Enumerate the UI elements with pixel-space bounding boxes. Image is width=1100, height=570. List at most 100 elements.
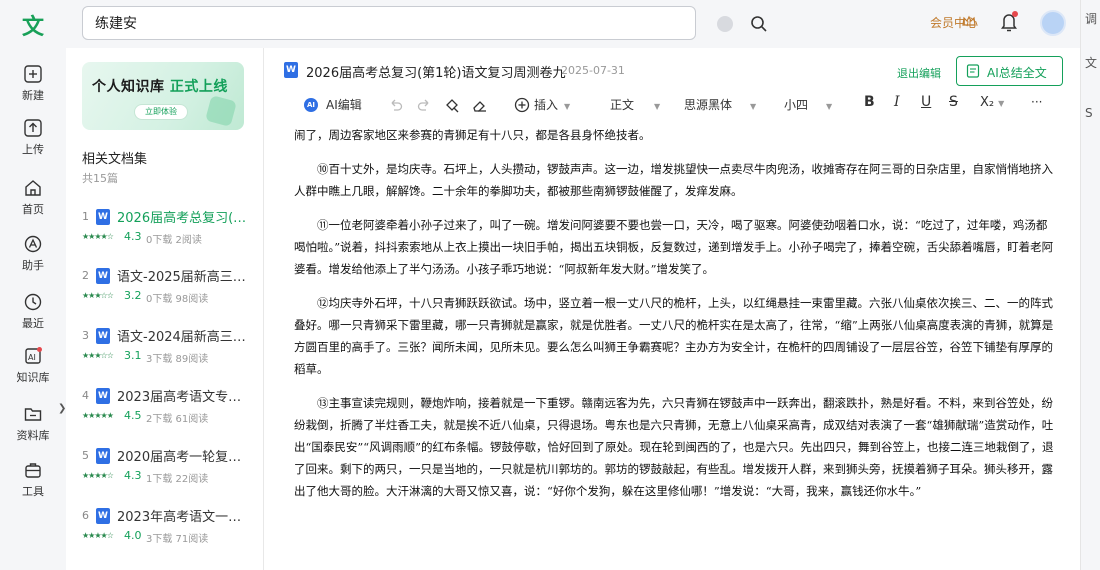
try-now-button[interactable]: 立即体验 [134,104,188,120]
doc-title[interactable]: 语文-2024届新高三… [117,326,247,345]
paragraph: ⑬主事宣读完规则，鞭炮炸响，接着就是一下重锣。赣南远客为先，六只青狮在锣鼓声中一… [294,396,1054,498]
doc-title[interactable]: 2020届高考一轮复… [117,446,247,465]
nav-knowledge[interactable]: AI 知识库 [0,346,66,396]
doc-title[interactable]: 语文-2025届新高三… [117,266,247,285]
nav-label: 首页 [22,203,44,216]
doc-rating: 3.1 [124,349,142,362]
ai-summary-icon [966,64,980,78]
banner-title-main: 个人知识库 [92,79,165,95]
ai-edit-icon: AI [304,98,318,112]
knowledge-base-banner[interactable]: 个人知识库 正式上线 立即体验 [82,62,244,130]
font-family-select[interactable]: 思源黑体 ▼ [684,96,756,113]
paragraph-style-select[interactable]: 正文 ▼ [610,96,660,113]
subscript-label: X₂ [980,95,995,110]
list-item[interactable]: 2 W 语文-2025届新高三… ★★★☆☆ 3.2 0下载 98阅读 [66,261,264,317]
left-nav: 新建 上传 首页 助手 最近 AI 知识库 ❯ 资料库 工具 [0,48,66,570]
doc-rating: 4.0 [124,529,142,542]
notification-badge [1012,11,1018,17]
avatar[interactable] [1040,10,1066,36]
nav-new[interactable]: 新建 [0,64,66,114]
right-strip-label[interactable]: 文 [1085,54,1097,71]
nav-label: 资料库 [16,429,50,442]
nav-upload[interactable]: 上传 [0,118,66,168]
word-doc-icon: W [96,268,110,284]
font-size-select[interactable]: 小四 ▼ [784,96,832,113]
folder-icon [24,408,42,421]
redo-icon[interactable] [416,97,432,113]
app-window: 文 会员中心 新建 上传 首页 助手 最近 [0,0,1100,570]
nav-tools[interactable]: 工具 [0,460,66,510]
ai-summary-label: AI总结全文 [987,66,1047,80]
insert-plus-icon [514,97,530,113]
doc-stats: 1下载 22阅读 [146,474,209,485]
nav-library[interactable]: 资料库 [0,404,66,454]
strikethrough-button[interactable]: S [949,94,958,110]
star-rating-icon: ★★★☆☆ [82,291,114,300]
word-doc-icon: W [96,388,110,404]
app-logo[interactable]: 文 [18,10,48,40]
search-box[interactable] [82,6,767,40]
exit-edit-button[interactable]: 退出编辑 [897,65,941,81]
list-item[interactable]: 6 W 2023年高考语文一… ★★★★☆ 4.0 3下载 71阅读 [66,501,264,557]
font-family-label: 思源黑体 [684,98,733,112]
banner-title: 个人知识库 正式上线 [92,76,228,96]
chevron-down-icon: ▼ [564,102,571,111]
doc-title[interactable]: 2023年高考语文一… [117,506,247,525]
banner-decoration [205,95,237,127]
svg-text:AI: AI [28,353,36,362]
doc-stats: 3下载 71阅读 [146,534,209,545]
bold-button[interactable]: B [864,94,875,110]
ai-edit-button[interactable]: AI编辑 [326,96,362,113]
italic-button[interactable]: I [894,94,900,110]
star-rating-icon: ★★★☆☆ [82,351,114,360]
doc-stats: 0下载 98阅读 [146,294,209,305]
chevron-down-icon: ▼ [654,102,661,111]
doc-title[interactable]: 2023届高考语文专… [117,386,247,405]
home-icon [25,180,41,196]
nav-home[interactable]: 首页 [0,178,66,228]
right-strip-label[interactable]: S [1085,106,1093,120]
insert-label: 插入 [534,98,559,112]
doc-index: 3 [82,329,89,342]
undo-icon[interactable] [388,97,404,113]
list-item[interactable]: 5 W 2020届高考一轮复… ★★★★☆ 4.3 1下载 22阅读 [66,441,264,497]
nav-label: 上传 [22,143,44,156]
crown-icon [962,15,976,26]
toolbox-icon [25,463,41,478]
document-title: 2026届高考总复习(第1轮)语文复习周测卷九 [306,66,566,81]
more-icon[interactable]: ··· [1031,95,1042,109]
paragraph: ⑪一位老阿婆牵着小孙子过来了，叫了一碗。增发问阿婆要不要也尝一口，天冷，喝了驱寒… [294,218,1054,276]
search-input[interactable] [95,13,615,33]
list-item[interactable]: 4 W 2023届高考语文专… ★★★★★ 4.5 2下载 61阅读 [66,381,264,437]
nav-label: 工具 [22,485,44,498]
document-editor: W 2026届高考总复习(第1轮)语文复习周测卷九 2025-07-31 退出编… [264,48,1080,570]
format-painter-icon[interactable] [444,97,460,113]
doc-title[interactable]: 2026届高考总复习(… [117,207,247,226]
doc-index: 2 [82,269,89,282]
search-icon[interactable] [750,15,768,33]
banner-title-highlight: 正式上线 [169,79,228,95]
doc-index: 6 [82,509,89,522]
word-doc-icon: W [96,508,110,524]
top-bar: 文 会员中心 [0,0,1080,48]
subscript-button[interactable]: X₂ ▼ [980,95,1004,110]
eraser-icon[interactable] [472,97,488,113]
right-strip-label[interactable]: 调 [1085,10,1097,27]
list-item[interactable]: 3 W 语文-2024届新高三… ★★★☆☆ 3.1 3下载 89阅读 [66,321,264,377]
doc-index: 5 [82,449,89,462]
clear-icon[interactable] [717,16,733,32]
nav-label: 助手 [22,259,44,272]
underline-button[interactable]: U [921,94,931,110]
doc-rating: 3.2 [124,289,142,302]
nav-assistant[interactable]: 助手 [0,234,66,284]
star-rating-icon: ★★★★☆ [82,232,114,241]
star-rating-icon: ★★★★★ [82,411,114,420]
insert-dropdown[interactable]: 插入 ▼ [534,96,570,113]
font-size-label: 小四 [784,98,809,112]
document-body[interactable]: 闹了，周边客家地区来参赛的青狮足有十八只，都是各县身怀绝技者。 ⑩百十丈外，是均… [294,124,1054,570]
related-docs-panel: 个人知识库 正式上线 立即体验 相关文档集 共15篇 1 W 2026届高考总复… [66,48,264,570]
list-item[interactable]: 1 W 2026届高考总复习(… ★★★★☆ 4.3 0下载 2阅读 [66,202,264,258]
nav-recent[interactable]: 最近 [0,292,66,342]
chevron-down-icon: ▼ [750,102,757,111]
ai-summary-button[interactable]: AI总结全文 [956,56,1063,86]
